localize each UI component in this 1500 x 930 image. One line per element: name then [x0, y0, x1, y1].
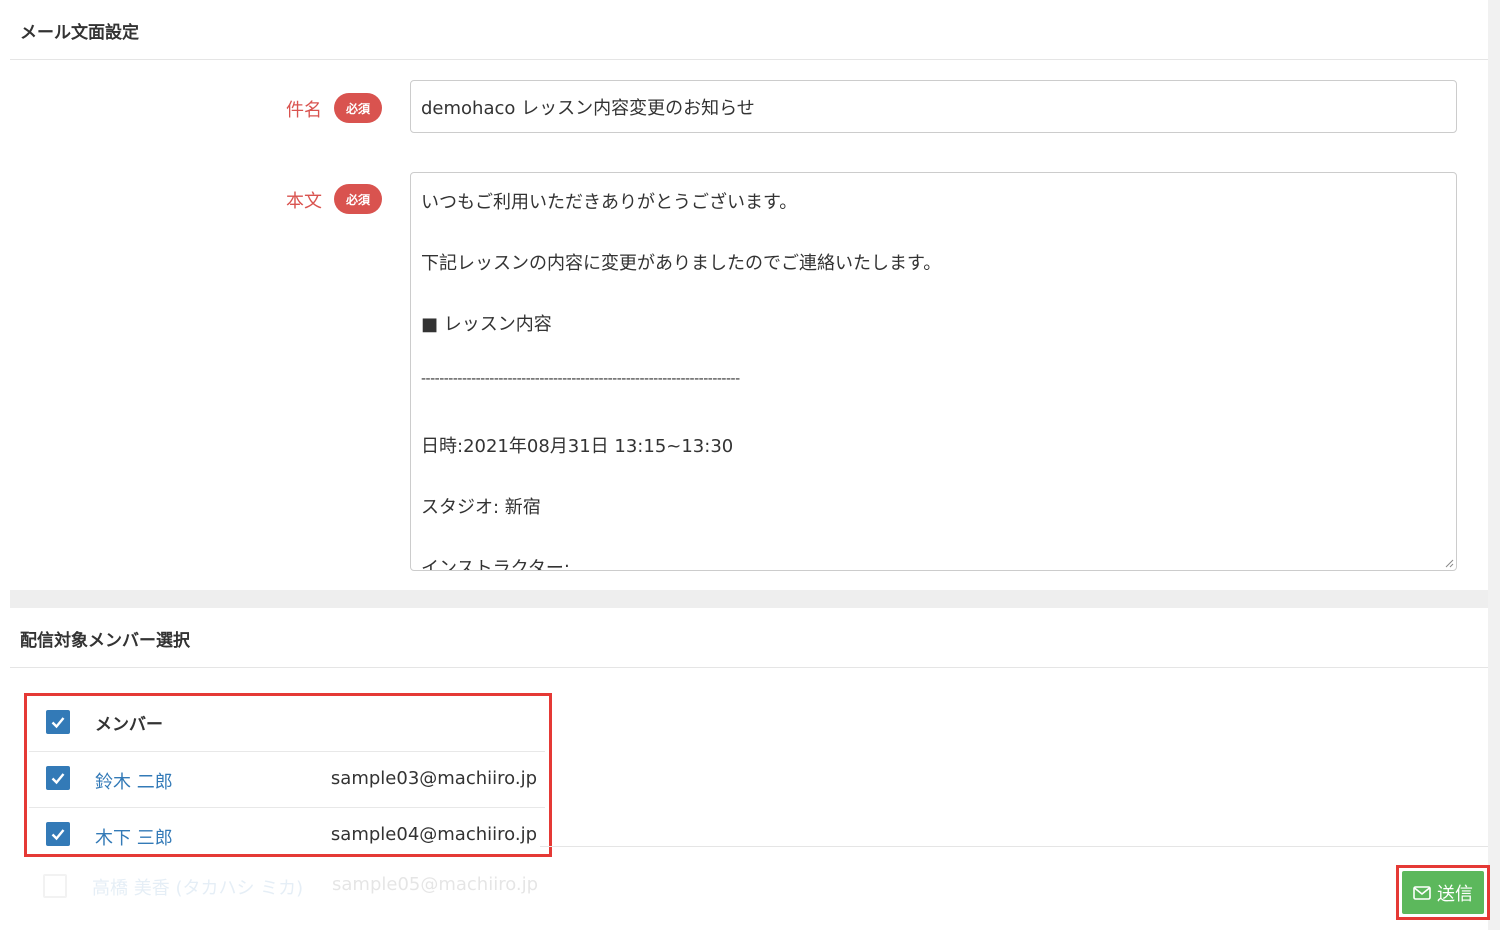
member-checkbox[interactable] [43, 874, 67, 898]
send-button[interactable]: 送信 [1402, 871, 1484, 914]
subject-input[interactable] [410, 80, 1457, 133]
member-column-header: メンバー [95, 715, 163, 735]
member-email: sample03@machiiro.jp [330, 768, 537, 789]
table-row: 木下 三郎 sample04@machiiro.jp [29, 808, 545, 864]
subject-required-badge: 必須 [334, 93, 382, 123]
check-icon [51, 773, 65, 785]
send-button-highlight: 送信 [1396, 865, 1490, 920]
member-checkbox[interactable] [46, 822, 70, 846]
members-title: 配信対象メンバー選択 [10, 608, 1488, 668]
body-line: いつもご利用いただきありがとうございます。 [421, 192, 798, 213]
member-email: sample04@machiiro.jp [330, 824, 537, 845]
subject-label: 件名 [286, 100, 322, 121]
member-table: メンバー 鈴木 二郎 sample03@machiiro.jp 木下 三郎 sa… [24, 693, 552, 857]
member-name-link[interactable]: 鈴木 二郎 [95, 768, 173, 794]
select-all-checkbox[interactable] [46, 710, 70, 734]
member-name-link[interactable]: 高橋 美香 (タカハシ ミカ) [92, 874, 303, 900]
body-required-badge: 必須 [334, 184, 382, 214]
section-divider [10, 590, 1488, 608]
card-bottom-divider [540, 846, 1488, 847]
body-textarea[interactable]: いつもご利用いただきありがとうございます。 下記レッスンの内容に変更がありました… [410, 172, 1457, 571]
body-line: 日時:2021年08月31日 13:15~13:30 [421, 436, 734, 457]
send-button-label: 送信 [1437, 883, 1473, 905]
check-icon [51, 829, 65, 841]
scrollbar-track[interactable] [1488, 0, 1500, 930]
member-email: sample05@machiiro.jp [332, 874, 539, 895]
body-line: スタジオ: 新宿 [421, 497, 541, 518]
page: メール文面設定 件名 必須 本文 必須 いつもご利用いただきありがとうございます… [0, 0, 1500, 930]
body-line: インストラクター: [421, 558, 570, 571]
table-row: 鈴木 二郎 sample03@machiiro.jp [29, 752, 545, 808]
body-line: ----------------------------------------… [421, 371, 740, 387]
check-icon [51, 717, 65, 729]
mail-settings-title: メール文面設定 [10, 0, 1488, 60]
faded-member-row: 高橋 美香 (タカハシ ミカ) sample05@machiiro.jp [26, 860, 542, 914]
body-line: ■ レッスン内容 [421, 314, 552, 335]
envelope-icon [1413, 885, 1431, 900]
member-checkbox[interactable] [46, 766, 70, 790]
member-header-row: メンバー [29, 696, 545, 752]
body-line: 下記レッスンの内容に変更がありましたのでご連絡いたします。 [421, 253, 942, 274]
resize-grip-icon[interactable] [1444, 558, 1454, 568]
member-name-link[interactable]: 木下 三郎 [95, 824, 173, 850]
body-label: 本文 [286, 191, 322, 212]
